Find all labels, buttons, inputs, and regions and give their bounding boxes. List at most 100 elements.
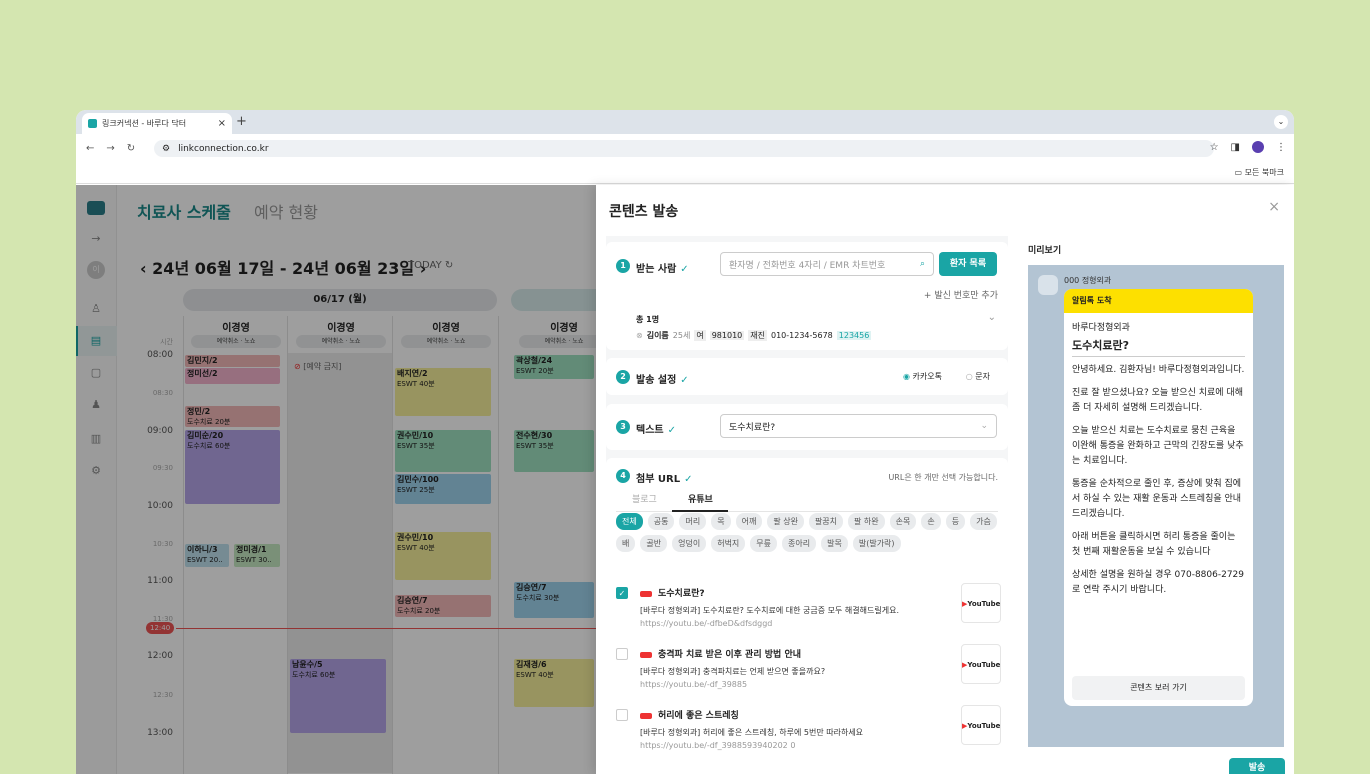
- text-select[interactable]: 도수치료란? ⌄: [720, 414, 997, 438]
- chip[interactable]: 종아리: [782, 535, 817, 552]
- view-content-button[interactable]: 콘텐츠 보러 가기: [1072, 676, 1245, 700]
- message-paragraph: 통증을 순차적으로 줄인 후, 증상에 맞춰 집에서 하실 수 있는 재활 운동…: [1072, 479, 1242, 519]
- folder-icon: ▭: [1234, 168, 1245, 177]
- modal-backdrop[interactable]: [76, 185, 596, 774]
- text-select-value: 도수치료란?: [729, 422, 776, 433]
- modal-form: 1 받는 사람 ✓ 환자명 / 전화번호 4자리 / EMR 차트번호 ⌕ 환자 목…: [606, 236, 1008, 774]
- video-url: https://youtu.be/-df_3988593940202 0: [640, 741, 796, 750]
- step-title: 받는 사람 ✓: [636, 260, 689, 275]
- modal-title: 콘텐츠 발송: [609, 204, 679, 220]
- star-icon[interactable]: ☆: [1210, 142, 1219, 153]
- all-bookmarks[interactable]: ▭ 모든 북마크: [1235, 167, 1284, 178]
- check-icon: ✓: [667, 425, 676, 436]
- step-number: 4: [616, 469, 630, 483]
- video-title-text: 허리에 좋은 스트레칭: [658, 711, 739, 721]
- step-title-text: 받는 사람: [636, 264, 677, 275]
- search-placeholder: 환자명 / 전화번호 4자리 / EMR 차트번호: [729, 260, 886, 271]
- video-desc: [바루다 정형외과] 충격파치료는 언제 받으면 좋을까요?: [640, 667, 826, 676]
- chip[interactable]: 허벅지: [711, 535, 746, 552]
- favicon-icon: [88, 119, 97, 128]
- chip[interactable]: 목: [711, 513, 731, 530]
- tab-title: 링크커넥션 - 바루다 닥터: [102, 119, 187, 128]
- message-paragraph: 오늘 받으신 치료는 도수치료로 뭉친 근육을 이완해 통증을 완화하고 근막의…: [1072, 426, 1244, 466]
- url-field[interactable]: ⚙ linkconnection.co.kr: [154, 140, 1214, 157]
- send-button[interactable]: 발송: [1229, 758, 1285, 774]
- reload-icon[interactable]: ↻: [127, 143, 135, 154]
- back-icon[interactable]: ←: [86, 143, 94, 154]
- checkbox[interactable]: [616, 648, 628, 660]
- message-bubble: 알림톡 도착 바루다정형외과 도수치료란? 안녕하세요. 김환자님! 바루다정형…: [1064, 289, 1253, 706]
- thumb-label: YouTube: [967, 600, 1001, 608]
- chip[interactable]: 머리: [679, 513, 707, 530]
- youtube-thumbnail: ▶YouTube: [961, 583, 1001, 623]
- chip[interactable]: 골반: [640, 535, 668, 552]
- profile-avatar[interactable]: [1252, 141, 1264, 153]
- message-body: 바루다정형외과 도수치료란? 안녕하세요. 김환자님! 바루다정형외과입니다. …: [1064, 313, 1253, 606]
- video-title: 도수치료란?: [640, 586, 705, 599]
- chip[interactable]: 어깨: [735, 513, 763, 530]
- chip[interactable]: 손목: [889, 513, 917, 530]
- remove-icon[interactable]: ⊗: [636, 331, 643, 340]
- chevron-down-icon[interactable]: ⌄: [988, 312, 996, 323]
- browser-actions: ☆ ◨ ⋮: [1210, 141, 1286, 153]
- tab-menu-button[interactable]: ⌄: [1274, 115, 1288, 129]
- add-number-button[interactable]: + 발신 번호만 추가: [924, 288, 998, 301]
- video-desc: [바루다 정형외과] 허리에 좋은 스트레칭, 하루에 5번만 따라하세요: [640, 728, 864, 737]
- step-title: 첨부 URL ✓: [636, 470, 692, 485]
- new-tab-button[interactable]: +: [236, 115, 247, 129]
- video-url: https://youtu.be/-df_39885: [640, 680, 748, 689]
- video-desc: [바루다 정형외과] 도수치료란? 도수치료에 대한 궁금증 모두 해결해드릴게…: [640, 606, 899, 615]
- video-item[interactable]: 허리에 좋은 스트레칭 [바루다 정형외과] 허리에 좋은 스트레칭, 하루에 …: [616, 705, 1001, 761]
- radio-sms[interactable]: ○ 문자: [966, 371, 990, 382]
- message-title: 도수치료란?: [1072, 338, 1245, 357]
- chip[interactable]: 무릎: [750, 535, 778, 552]
- chip[interactable]: 팔꿈치: [808, 513, 844, 530]
- site-info-icon[interactable]: ⚙: [162, 144, 170, 154]
- browser-tab[interactable]: 링크커넥션 - 바루다 닥터 ×: [82, 113, 232, 134]
- bookmark-bar: ▭ 모든 북마크: [76, 162, 1294, 184]
- sidepanel-icon[interactable]: ◨: [1231, 142, 1240, 153]
- plus-icon: +: [923, 291, 935, 301]
- sender-avatar: [1038, 275, 1058, 295]
- chip[interactable]: 엉덩이: [672, 535, 707, 552]
- patient-list-button[interactable]: 환자 목록: [939, 252, 997, 276]
- checkbox[interactable]: [616, 709, 628, 721]
- chip[interactable]: 팔 상완: [767, 513, 804, 530]
- chip[interactable]: 발목: [821, 535, 848, 552]
- chip[interactable]: 공통: [647, 513, 675, 530]
- menu-icon[interactable]: ⋮: [1276, 142, 1286, 153]
- radio-kakao-label: 카카오톡: [912, 372, 942, 381]
- tab-close-icon[interactable]: ×: [218, 118, 226, 129]
- add-number-label: 발신 번호만 추가: [934, 291, 998, 301]
- youtube-thumbnail: ▶YouTube: [961, 644, 1001, 684]
- recipient-card: 1 받는 사람 ✓ 환자명 / 전화번호 4자리 / EMR 차트번호 ⌕ 환자 목…: [606, 242, 1008, 350]
- video-item[interactable]: ✓ 도수치료란? [바루다 정형외과] 도수치료란? 도수치료에 대한 궁금증 …: [616, 583, 1001, 639]
- text-card: 3 텍스트 ✓ 도수치료란? ⌄: [606, 404, 1008, 450]
- step-number: 2: [616, 370, 630, 384]
- step-title: 발송 설정 ✓: [636, 371, 689, 386]
- thumb-label: YouTube: [967, 722, 1001, 730]
- checkbox-checked[interactable]: ✓: [616, 587, 628, 599]
- browser-window: 링크커넥션 - 바루다 닥터 × + ⌄ ← → ↻ ⚙ linkconnect…: [76, 110, 1294, 774]
- chip[interactable]: 손: [921, 513, 941, 530]
- chip[interactable]: 발(발가락): [852, 535, 901, 552]
- video-title: 허리에 좋은 스트레칭: [640, 708, 739, 721]
- forward-icon[interactable]: →: [106, 143, 114, 154]
- patient-search-input[interactable]: 환자명 / 전화번호 4자리 / EMR 차트번호 ⌕: [720, 252, 934, 276]
- check-icon: ✓: [680, 264, 689, 275]
- chip[interactable]: 배: [616, 535, 636, 552]
- video-item[interactable]: 충격파 치료 받은 이후 관리 방법 안내 [바루다 정형외과] 충격파치료는 …: [616, 644, 1001, 700]
- search-icon[interactable]: ⌕: [920, 259, 925, 269]
- tab-blog[interactable]: 블로그: [632, 492, 657, 505]
- chip[interactable]: 팔 하완: [848, 513, 885, 530]
- chip[interactable]: 가슴: [970, 513, 997, 530]
- chip[interactable]: 등: [945, 513, 966, 530]
- radio-sms-label: 문자: [975, 372, 990, 381]
- chip[interactable]: 전체: [616, 513, 643, 530]
- tab-youtube[interactable]: 유튜브: [688, 492, 713, 505]
- message-clinic: 바루다정형외과: [1072, 323, 1130, 333]
- radio-kakao[interactable]: ◉ 카카오톡: [903, 371, 942, 382]
- close-icon[interactable]: ×: [1268, 199, 1280, 215]
- message-header: 알림톡 도착: [1064, 289, 1253, 313]
- step-title-text: 텍스트: [636, 425, 664, 436]
